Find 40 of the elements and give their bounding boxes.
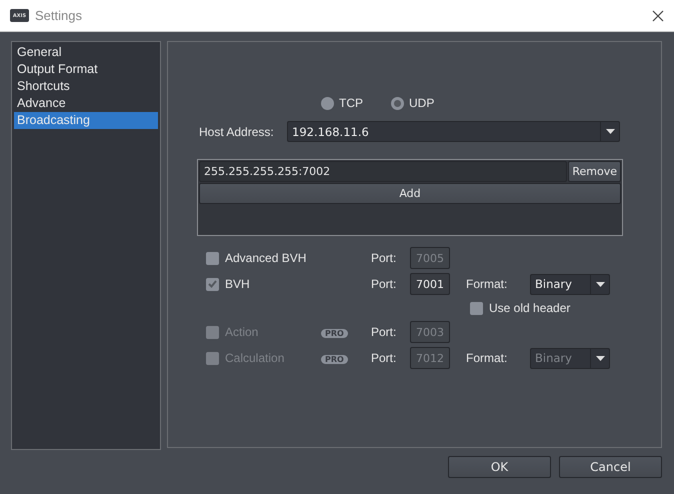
field-label: Format:	[466, 351, 508, 365]
dropdown-arrow-icon[interactable]	[596, 282, 604, 286]
checkbox-label: Use old header	[489, 301, 572, 315]
dropdown-arrow-icon[interactable]	[606, 129, 614, 134]
checkbox[interactable]	[206, 252, 219, 264]
field-label: Host Address:	[199, 124, 275, 138]
dropdown-arrow-icon[interactable]	[596, 356, 604, 360]
field-label: Port:	[371, 277, 398, 291]
checkmark-icon	[208, 280, 217, 288]
sidebar-item[interactable]: Advance	[14, 95, 158, 112]
field-label: Port:	[371, 251, 398, 265]
add-button[interactable]: Add	[199, 183, 621, 204]
checkbox[interactable]	[206, 278, 219, 290]
host-address-dropdown[interactable]: 192.168.11.6	[287, 121, 620, 142]
radio-button[interactable]: UDP	[391, 96, 434, 110]
radio-button[interactable]: TCP	[321, 96, 363, 110]
address-field[interactable]: 255.255.255.255:7002	[199, 161, 568, 182]
checkbox-label: Action	[225, 325, 260, 339]
port-field[interactable]: 7001	[410, 273, 450, 295]
checkbox-label: Calculation	[225, 351, 286, 365]
sidebar-item[interactable]: Broadcasting	[14, 112, 158, 129]
format-dropdown[interactable]: Binary	[530, 274, 610, 294]
remove-button[interactable]: Remove	[568, 161, 621, 182]
sidebar-item[interactable]: Output Format	[14, 61, 158, 78]
field-label: Port:	[371, 325, 398, 339]
field-label: Format:	[466, 277, 508, 291]
checkbox-label: Advanced BVH	[225, 251, 308, 265]
radio-indicator[interactable]	[391, 96, 404, 110]
field-label: Port:	[371, 351, 398, 365]
checkbox-label: BVH	[225, 277, 251, 291]
radio-indicator[interactable]	[321, 96, 334, 110]
checkbox[interactable]	[470, 302, 483, 314]
pro-badge: PRO	[321, 329, 348, 338]
window-title: Settings	[35, 8, 82, 23]
close-icon[interactable]	[652, 10, 664, 22]
dialog-button[interactable]: Cancel	[559, 456, 662, 478]
pro-badge: PRO	[321, 355, 348, 364]
dialog-button[interactable]: OK	[448, 456, 551, 478]
sidebar-item[interactable]: General	[14, 44, 158, 61]
sidebar-item[interactable]: Shortcuts	[14, 78, 158, 95]
